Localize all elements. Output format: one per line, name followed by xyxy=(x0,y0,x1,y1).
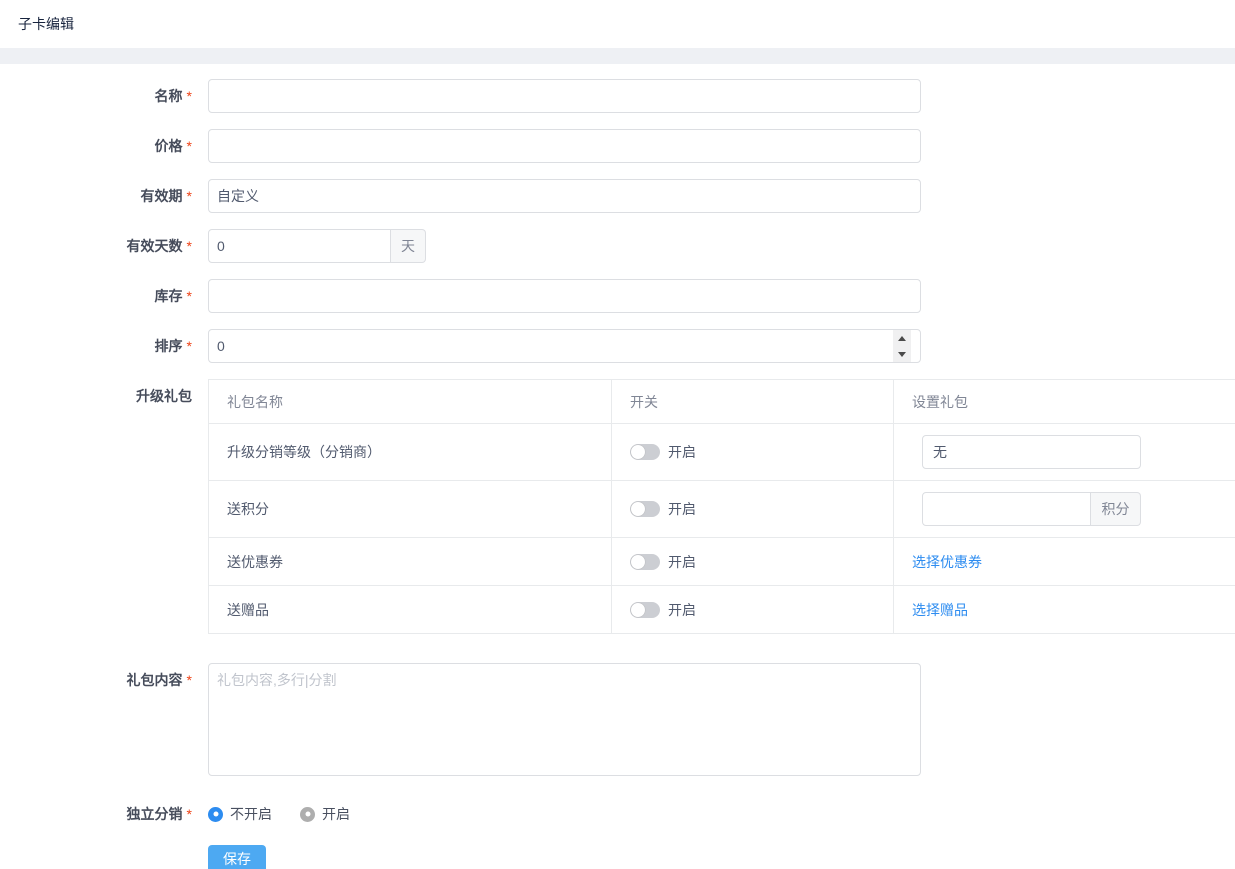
independent-distribution-label: 独立分销 * xyxy=(126,806,192,822)
required-asterisk: * xyxy=(186,288,192,304)
toggle-switch[interactable] xyxy=(630,444,660,460)
form-item-package-content: 礼包内容 * xyxy=(0,663,1235,781)
name-label: 名称 * xyxy=(154,88,192,104)
form-item-stock: 库存 * xyxy=(0,279,1235,313)
package-table-header-row: 礼包名称 开关 设置礼包 xyxy=(208,379,1235,424)
package-content-label: 礼包内容 * xyxy=(126,672,192,688)
form-item-validity: 有效期 * xyxy=(0,179,1235,213)
column-header-setting: 设置礼包 xyxy=(893,379,1235,424)
number-spinner xyxy=(893,330,911,362)
required-asterisk: * xyxy=(186,238,192,254)
select-gift-link[interactable]: 选择赠品 xyxy=(912,602,968,618)
edit-form-panel: 名称* 价格* 有效期* 有效天数* 天 库存* xyxy=(0,64,1235,869)
valid-days-input[interactable] xyxy=(208,229,391,263)
toggle-label: 开启 xyxy=(668,444,696,460)
form-item-independent-distribution: 独立分销 * 不开启 开启 xyxy=(0,797,1235,831)
form-item-valid-days: 有效天数* 天 xyxy=(0,229,1235,263)
package-content-textarea[interactable] xyxy=(208,663,921,776)
required-asterisk: * xyxy=(186,672,192,688)
price-label: 价格 * xyxy=(154,138,192,154)
package-name: 送优惠券 xyxy=(208,537,612,586)
column-header-package-name: 礼包名称 xyxy=(208,379,612,424)
radio-unselected-icon xyxy=(300,806,315,822)
form-item-name: 名称 * xyxy=(0,79,1235,113)
page-header: 子卡编辑 xyxy=(0,0,1235,48)
package-row-distribution-level: 升级分销等级（分销商） 开启 无 xyxy=(208,423,1235,481)
toggle-label: 开启 xyxy=(668,553,696,570)
column-header-switch: 开关 xyxy=(611,379,894,424)
form-item-sort: 排序 * xyxy=(0,329,1235,363)
package-row-coupon: 送优惠券 开启 选择优惠券 xyxy=(208,537,1235,586)
valid-days-label: 有效天数 * xyxy=(126,238,192,254)
name-input[interactable] xyxy=(208,79,921,113)
select-coupon-link[interactable]: 选择优惠券 xyxy=(912,554,982,570)
toggle-switch[interactable] xyxy=(630,501,660,517)
stock-label: 库存 * xyxy=(154,288,192,304)
spinner-up-button[interactable] xyxy=(893,330,911,346)
package-name: 送积分 xyxy=(208,480,612,538)
package-table: 礼包名称 开关 设置礼包 升级分销等级（分销商） 开启 无 送积分 开启 积分 … xyxy=(208,379,1235,634)
toggle-switch[interactable] xyxy=(630,601,660,618)
toggle-label: 开启 xyxy=(668,601,696,618)
radio-enabled[interactable]: 开启 xyxy=(300,804,350,824)
toggle-switch[interactable] xyxy=(630,553,660,570)
price-input[interactable] xyxy=(208,129,921,163)
arrow-up-icon xyxy=(898,335,906,341)
page-background-band xyxy=(0,48,1235,64)
required-asterisk: * xyxy=(186,188,192,204)
required-asterisk: * xyxy=(186,138,192,154)
page-title: 子卡编辑 xyxy=(18,16,74,32)
radio-selected-icon xyxy=(208,806,223,822)
form-item-price: 价格 * xyxy=(0,129,1235,163)
form-item-upgrade-package: 升级礼包 礼包名称 开关 设置礼包 升级分销等级（分销商） 开启 无 送积分 开… xyxy=(0,379,1235,634)
sort-label: 排序 * xyxy=(154,338,192,354)
independent-distribution-radio-group: 不开启 开启 xyxy=(208,797,1235,831)
validity-label: 有效期 * xyxy=(140,188,192,204)
days-unit-addon: 天 xyxy=(391,229,426,263)
required-asterisk: * xyxy=(186,338,192,354)
radio-not-enabled[interactable]: 不开启 xyxy=(208,804,272,824)
spinner-down-button[interactable] xyxy=(893,346,911,362)
required-asterisk: * xyxy=(186,806,192,822)
upgrade-package-label: 升级礼包 xyxy=(136,388,192,404)
stock-input[interactable] xyxy=(208,279,921,313)
sort-input[interactable] xyxy=(208,329,921,363)
package-name: 送赠品 xyxy=(208,585,612,634)
package-name: 升级分销等级（分销商） xyxy=(208,423,612,481)
package-row-points: 送积分 开启 积分 xyxy=(208,480,1235,538)
required-asterisk: * xyxy=(186,88,192,104)
points-input[interactable] xyxy=(922,492,1091,526)
points-unit-addon: 积分 xyxy=(1091,492,1141,526)
package-row-gift: 送赠品 开启 选择赠品 xyxy=(208,585,1235,634)
arrow-down-icon xyxy=(898,351,906,357)
validity-input[interactable] xyxy=(208,179,921,213)
distribution-level-select[interactable]: 无 xyxy=(922,435,1141,469)
save-button[interactable]: 保存 xyxy=(208,845,266,869)
toggle-label: 开启 xyxy=(668,501,696,517)
